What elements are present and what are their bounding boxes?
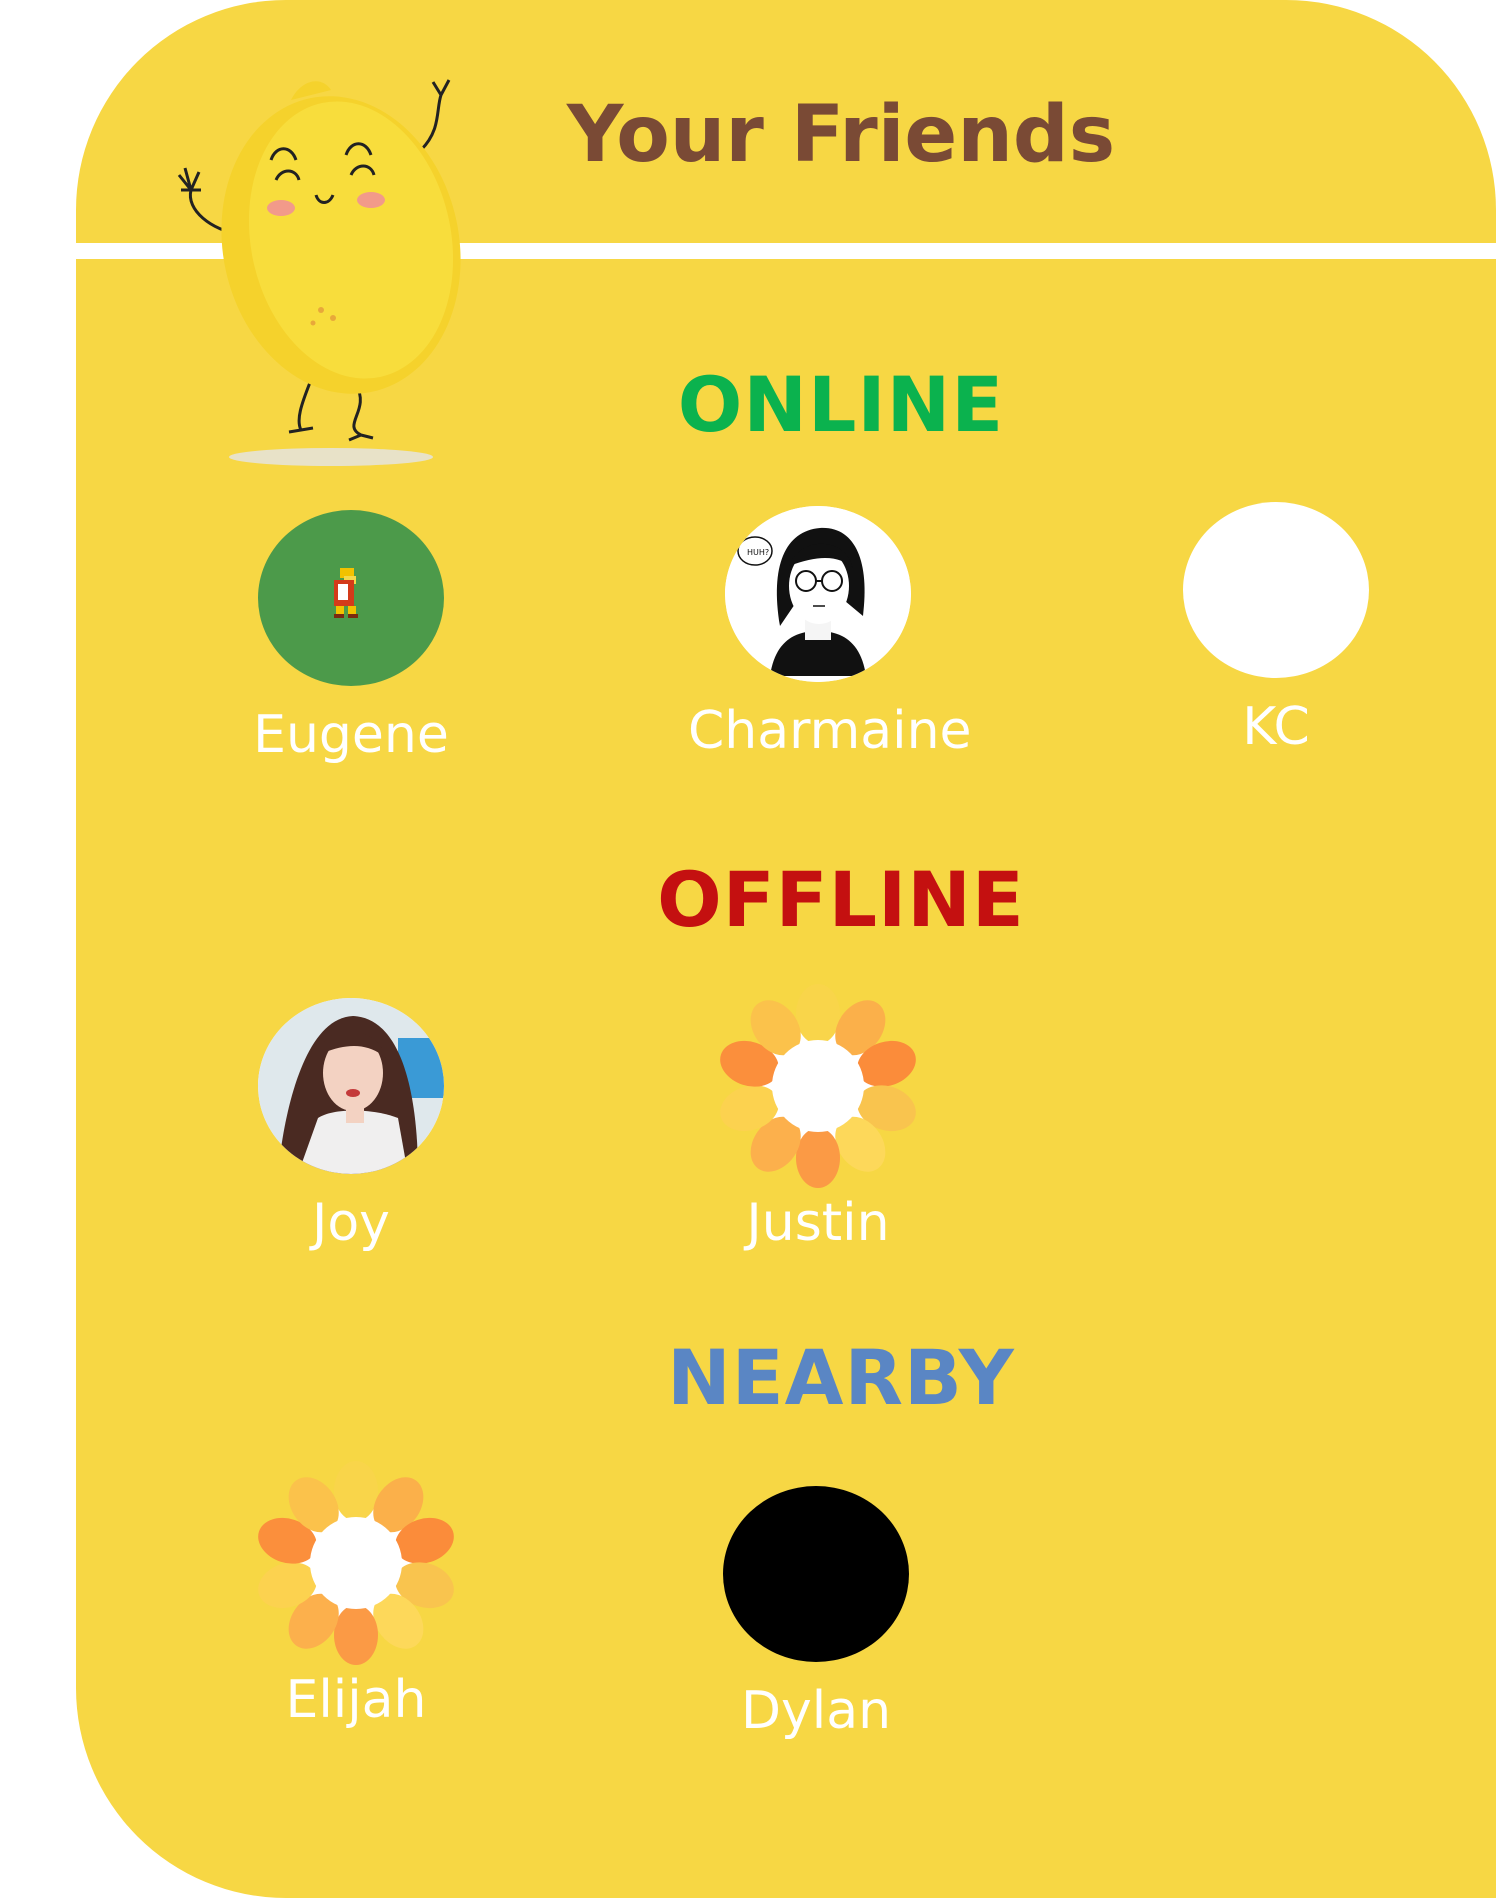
friend-name: Eugene xyxy=(253,705,449,765)
friend-name: Dylan xyxy=(740,1681,892,1741)
pixel-turtle-avatar-icon xyxy=(334,568,358,618)
orange-flower-avatar-icon xyxy=(258,1461,454,1665)
flower-petal xyxy=(334,1605,378,1665)
friend-charmaine[interactable]: HUH? Charmaine xyxy=(688,506,972,776)
avatar xyxy=(258,510,444,686)
avatar xyxy=(258,1461,454,1665)
flower-petal xyxy=(796,1128,840,1188)
avatar xyxy=(720,984,916,1188)
flower-petal xyxy=(334,1461,378,1521)
friend-justin[interactable]: Justin xyxy=(688,984,948,1268)
friends-panel: Your Friends ONLINE Eugene HUH? Charmain… xyxy=(76,0,1496,1898)
friend-name: Elijah xyxy=(285,1670,427,1730)
orange-flower-avatar-icon xyxy=(720,984,916,1188)
svg-text:HUH?: HUH? xyxy=(747,548,769,557)
manga-girl-avatar-icon: HUH? xyxy=(725,506,911,682)
offline-section-title: OFFLINE xyxy=(657,855,1025,944)
friend-name: Charmaine xyxy=(688,701,972,761)
friend-joy[interactable]: Joy xyxy=(221,998,481,1268)
friend-dylan[interactable]: Dylan xyxy=(686,1486,946,1756)
avatar: HUH? xyxy=(725,506,911,682)
flower-petal xyxy=(796,984,840,1044)
photo-avatar-icon xyxy=(258,998,444,1174)
friend-name: KC xyxy=(1242,697,1310,757)
black-avatar-icon xyxy=(723,1486,909,1662)
friend-kc[interactable]: KC xyxy=(1146,502,1406,772)
friend-eugene[interactable]: Eugene xyxy=(221,510,481,780)
nearby-section-title: NEARBY xyxy=(667,1333,1015,1422)
friend-name: Justin xyxy=(746,1193,890,1253)
friend-name: Joy xyxy=(312,1193,390,1253)
online-section-title: ONLINE xyxy=(677,360,1005,449)
avatar xyxy=(258,998,444,1174)
blank-white-avatar-icon xyxy=(1183,502,1369,678)
friend-elijah[interactable]: Elijah xyxy=(226,1461,486,1745)
